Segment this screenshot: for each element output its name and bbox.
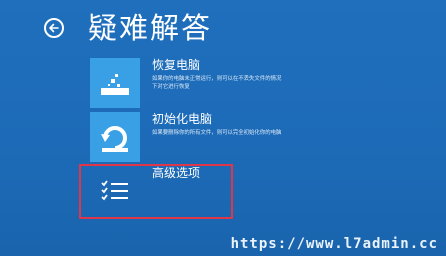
option-title: 恢复电脑 (152, 58, 201, 72)
option-description: 如果要删除你的所有文件，则可以完全初始化你的电脑 (152, 130, 282, 136)
reset-icon (90, 112, 140, 162)
option-reset-pc[interactable]: 初始化电脑 如果要删除你的所有文件，则可以完全初始化你的电脑 (90, 112, 330, 162)
back-arrow-icon (49, 23, 59, 33)
option-description: 如果你的电脑未正常运行，则可以在不丢失文件的情况下对它进行恢复 (152, 76, 282, 90)
watermark: https://www.l7admin.cc (230, 236, 438, 252)
highlight-box (79, 164, 233, 219)
back-button[interactable] (44, 18, 64, 38)
option-restore-pc[interactable]: 恢复电脑 如果你的电脑未正常运行，则可以在不丢失文件的情况下对它进行恢复 (90, 58, 330, 108)
option-title: 初始化电脑 (152, 112, 213, 126)
restore-icon (90, 58, 140, 108)
page-title: 疑难解答 (88, 11, 213, 45)
